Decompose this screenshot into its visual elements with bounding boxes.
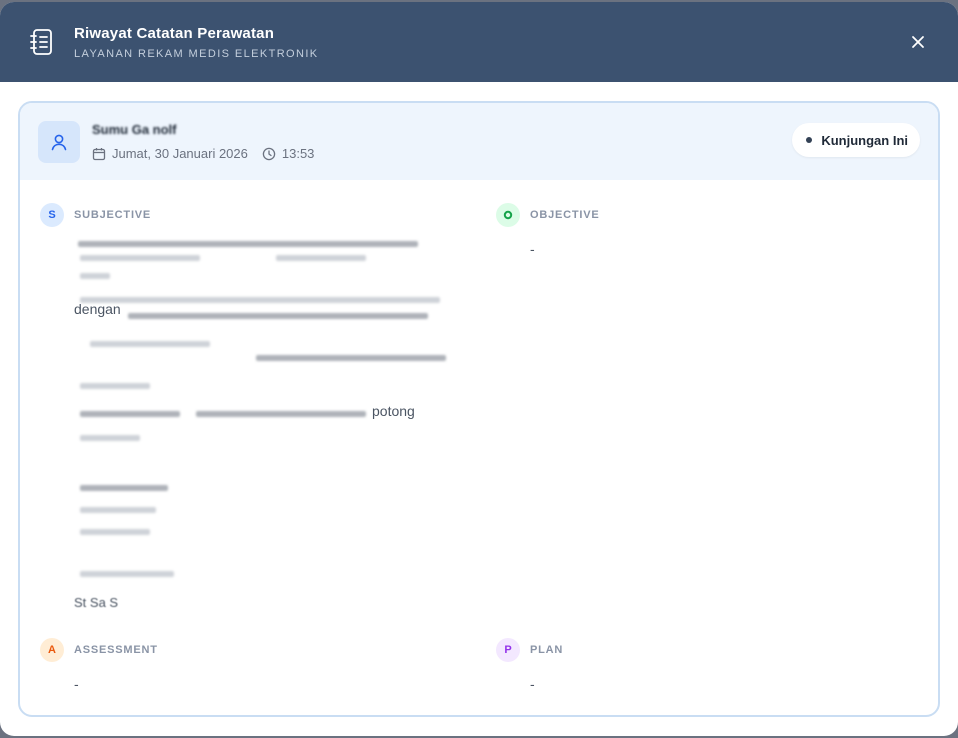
subjective-header: S SUBJECTIVE xyxy=(40,203,460,227)
assessment-label: ASSESSMENT xyxy=(74,644,158,656)
plan-header: P PLAN xyxy=(496,638,916,662)
record-date: Jumat, 30 Januari 2026 xyxy=(92,146,248,161)
record-time: 13:53 xyxy=(262,146,315,161)
assessment-letter: A xyxy=(40,638,64,662)
modal-header: Riwayat Catatan Perawatan LAYANAN REKAM … xyxy=(0,2,958,82)
subjective-content-redacted xyxy=(76,233,448,629)
objective-value: - xyxy=(530,241,535,257)
subjective-fragment-1: dengan xyxy=(74,301,121,317)
subjective-label: SUBJECTIVE xyxy=(74,209,152,221)
plan-label: PLAN xyxy=(530,644,564,656)
record-meta: Jumat, 30 Januari 2026 13:53 xyxy=(92,146,328,161)
subjective-letter: S xyxy=(40,203,64,227)
patient-name: Sumu Ga nolf xyxy=(92,122,177,137)
user-icon xyxy=(51,134,67,150)
modal-subtitle: LAYANAN REKAM MEDIS ELEKTRONIK xyxy=(74,47,319,60)
current-visit-badge-label: Kunjungan Ini xyxy=(821,132,908,148)
close-icon xyxy=(912,36,924,48)
care-history-modal: Riwayat Catatan Perawatan LAYANAN REKAM … xyxy=(0,2,958,736)
record-time-text: 13:53 xyxy=(281,146,315,161)
modal-title: Riwayat Catatan Perawatan xyxy=(74,24,275,42)
section-subjective: S SUBJECTIVE xyxy=(40,203,460,227)
objective-letter xyxy=(496,203,520,227)
subjective-fragment-2: potong xyxy=(372,403,415,419)
record-date-text: Jumat, 30 Januari 2026 xyxy=(112,146,248,161)
record-card: Sumu Ga nolf Jumat, 30 Januari 2026 13:5… xyxy=(18,101,940,717)
assessment-header: A ASSESSMENT xyxy=(40,638,460,662)
plan-value: - xyxy=(530,676,535,692)
calendar-icon xyxy=(92,147,106,160)
plan-letter: P xyxy=(496,638,520,662)
record-card-header: Sumu Ga nolf Jumat, 30 Januari 2026 13:5… xyxy=(20,103,938,180)
circle-mark-icon xyxy=(503,210,513,220)
subjective-fragment-3: St Sa S xyxy=(74,595,119,610)
assessment-value: - xyxy=(74,676,79,692)
section-objective: OBJECTIVE - xyxy=(496,203,916,261)
section-plan: P PLAN - xyxy=(496,638,916,696)
current-visit-badge: Kunjungan Ini xyxy=(792,123,920,157)
record-info: Sumu Ga nolf Jumat, 30 Januari 2026 13:5… xyxy=(92,122,328,161)
clock-icon xyxy=(262,147,276,160)
section-assessment: A ASSESSMENT - xyxy=(40,638,460,696)
close-button[interactable] xyxy=(908,32,928,52)
notebook-icon xyxy=(24,24,60,60)
header-text: Riwayat Catatan Perawatan LAYANAN REKAM … xyxy=(74,25,319,60)
badge-dot xyxy=(806,137,813,143)
objective-header: OBJECTIVE xyxy=(496,203,916,227)
objective-label: OBJECTIVE xyxy=(530,209,600,221)
avatar xyxy=(38,120,80,163)
